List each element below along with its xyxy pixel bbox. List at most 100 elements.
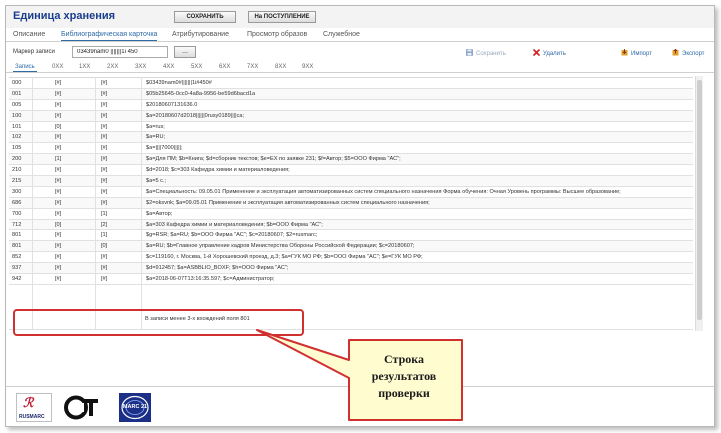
subtab-4xx[interactable]: 4XX	[163, 64, 174, 70]
indicator-2: [#]	[101, 112, 108, 119]
field-value: $a=303 Кафедра химии и материаловедения;…	[146, 221, 323, 228]
indicator-1: [#]	[55, 210, 62, 217]
table-row[interactable]: 000 [#] [#] $03439nam0#|||||||1i#450#	[9, 78, 693, 89]
indicator-2: [#]	[101, 145, 108, 152]
indicator-1: [#]	[55, 167, 62, 174]
subtab-2xx[interactable]: 2XX	[107, 64, 118, 70]
tab-description[interactable]: Описание	[13, 31, 45, 38]
table-scrollbar[interactable]	[695, 76, 703, 331]
floppy-disk-icon	[466, 49, 473, 56]
rusmarc-logo: ℛ RUSMARC	[16, 393, 52, 422]
subtab-6xx[interactable]: 6XX	[219, 64, 230, 70]
action-save-label: Сохранить	[476, 51, 506, 57]
indicator-2: [#]	[101, 265, 108, 272]
action-save[interactable]: Сохранить	[466, 49, 506, 57]
table-row[interactable]: 712 [0] [2] $a=303 Кафедра химии и материал…	[9, 219, 693, 231]
table-row[interactable]: 852 [#] [#] $c=119160, г. Москва, 1-й Хорош…	[9, 252, 693, 264]
table-row[interactable]: 210 [#] [#] $d=2018; $c=303 Кафедра химии и…	[9, 165, 693, 177]
rst-certification-logo	[64, 393, 102, 422]
column-divider	[141, 77, 142, 329]
subtab-1xx[interactable]: 1XX	[79, 64, 90, 70]
indicator-2: [#]	[101, 156, 108, 163]
to-receipt-button[interactable]: На ПОСТУПЛЕНИЕ	[248, 11, 316, 23]
table-row[interactable]: 700 [#] [1] $a=Автор;	[9, 209, 693, 220]
field-value: $d=2018; $c=303 Кафедра химии и материал…	[146, 167, 290, 174]
tab-attribution[interactable]: Атрибутирование	[172, 31, 229, 38]
indicator-1: [#]	[55, 232, 62, 239]
table-row[interactable]: 200 [1] [#] $a=Для ПМ; $b=Книга; $d=сборник…	[9, 154, 693, 166]
record-fields-table: 000 [#] [#] $03439nam0#|||||||1i#450# 001 [#]…	[9, 77, 693, 285]
rst-mark-icon	[64, 395, 98, 420]
field-value: $03439nam0#|||||||1i#450#	[146, 80, 212, 86]
indicator-1: [#]	[55, 80, 62, 86]
scrollbar-thumb[interactable]	[697, 80, 702, 320]
table-row[interactable]: 001 [#] [#] $05b25645-0cc0-4a8a-9956-be59d6…	[9, 88, 693, 100]
table-row[interactable]: 686 [#] [#] $2=oksvnk; $a=09.05.01 Применен…	[9, 197, 693, 209]
table-row[interactable]: 300 [#] [#] $a=Специальность: 09.05.01 Прим…	[9, 187, 693, 198]
export-icon	[672, 48, 679, 56]
indicator-2: [0]	[101, 243, 108, 250]
subtab-7xx[interactable]: 7XX	[247, 64, 258, 70]
field-value: $a=20180607d2018||||||0rusy0189||||ca;	[146, 112, 245, 119]
tab-service[interactable]: Служебное	[323, 31, 360, 38]
subtab-3xx[interactable]: 3XX	[135, 64, 146, 70]
marker-row: Маркер записи ... Сохранить Удалить Импо…	[6, 44, 714, 60]
field-value: $a=Специальность: 09.05.01 Применение и …	[146, 188, 621, 195]
field-value: $a=RU; $b=Главное управление кадров Мини…	[146, 243, 415, 250]
indicator-1: [#]	[55, 112, 62, 119]
indicator-1: [#]	[55, 243, 62, 250]
field-group-tabs: Запись 0XX 1XX 2XX 3XX 4XX 5XX 6XX 7XX 8…	[6, 63, 714, 73]
page-title: Единица хранения	[13, 10, 116, 22]
record-marker-browse-button[interactable]: ...	[174, 46, 196, 58]
table-row[interactable]: 105 [#] [#] $a=||||7000|||||;	[9, 143, 693, 155]
column-divider	[95, 77, 96, 329]
field-value: $a=||||7000|||||;	[146, 145, 183, 152]
subtab-8xx[interactable]: 8XX	[275, 64, 286, 70]
table-row[interactable]: 801 [#] [0] $a=RU; $b=Главное управление ка…	[9, 241, 693, 253]
record-marker-input[interactable]	[72, 46, 168, 58]
indicator-1: [0]	[55, 221, 62, 228]
import-icon	[621, 49, 628, 56]
save-button[interactable]: СОХРАНИТЬ	[174, 11, 236, 23]
tab-bibliographic-card[interactable]: Библиографическая карточка	[61, 31, 158, 41]
tab-image-view[interactable]: Просмотр образов	[247, 31, 307, 38]
subtab-9xx[interactable]: 9XX	[302, 64, 313, 70]
indicator-2: [#]	[101, 80, 108, 86]
field-value: $a=2018-06-07T13:16:35.597; $c=Администр…	[146, 276, 275, 283]
indicator-2: [#]	[101, 178, 108, 185]
header: Единица хранения СОХРАНИТЬ На ПОСТУПЛЕНИ…	[6, 6, 714, 28]
field-value: $a=rus;	[146, 123, 165, 130]
table-row[interactable]: 100 [#] [#] $a=20180607d2018||||||0rusy0189…	[9, 110, 693, 122]
subtab-0xx[interactable]: 0XX	[52, 64, 63, 70]
action-import[interactable]: Импорт	[621, 49, 652, 57]
table-row[interactable]: 102 [#] [#] $a=RU;	[9, 132, 693, 144]
subtab-5xx[interactable]: 5XX	[191, 64, 202, 70]
field-value: $20180607131636.0	[146, 101, 198, 108]
table-row[interactable]: 101 [0] [#] $a=rus;	[9, 122, 693, 133]
action-delete[interactable]: Удалить	[533, 49, 566, 57]
field-value: $c=119160, г. Москва, 1-й Хорошевский пр…	[146, 254, 423, 261]
table-row[interactable]: 942 [#] [#] $a=2018-06-07T13:16:35.597; $c=…	[9, 274, 693, 285]
marc21-logo-label: MARC 21	[122, 404, 148, 410]
column-divider	[32, 77, 33, 329]
table-row[interactable]: 215 [#] [#] $a=5 c.;	[9, 176, 693, 187]
field-value: $d=912457; $a=ASBBLIO_BOXF; $h=ООО Фирма…	[146, 265, 289, 272]
field-value: $2=oksvnk; $a=09.05.01 Применение и эксп…	[146, 199, 430, 206]
indicator-1: [#]	[55, 101, 62, 108]
indicator-1: [1]	[55, 156, 62, 163]
validation-highlight-box	[13, 309, 304, 336]
indicator-1: [#]	[55, 265, 62, 272]
indicator-2: [#]	[101, 276, 108, 283]
action-export[interactable]: Экспорт	[672, 48, 705, 57]
indicator-2: [#]	[101, 134, 108, 141]
indicator-2: [#]	[101, 167, 108, 174]
indicator-1: [#]	[55, 188, 62, 195]
record-marker-label: Маркер записи	[13, 49, 55, 55]
indicator-1: [#]	[55, 145, 62, 152]
subtab-record[interactable]: Запись	[13, 64, 37, 72]
table-row[interactable]: 937 [#] [#] $d=912457; $a=ASBBLIO_BOXF; $h=…	[9, 263, 693, 275]
table-row[interactable]: 005 [#] [#] $20180607131636.0	[9, 100, 693, 111]
action-import-label: Импорт	[631, 51, 652, 57]
indicator-2: [2]	[101, 221, 108, 228]
table-row[interactable]: 801 [#] [1] $g=RSR; $a=RU; $b=ООО Фирма "АС…	[9, 230, 693, 242]
